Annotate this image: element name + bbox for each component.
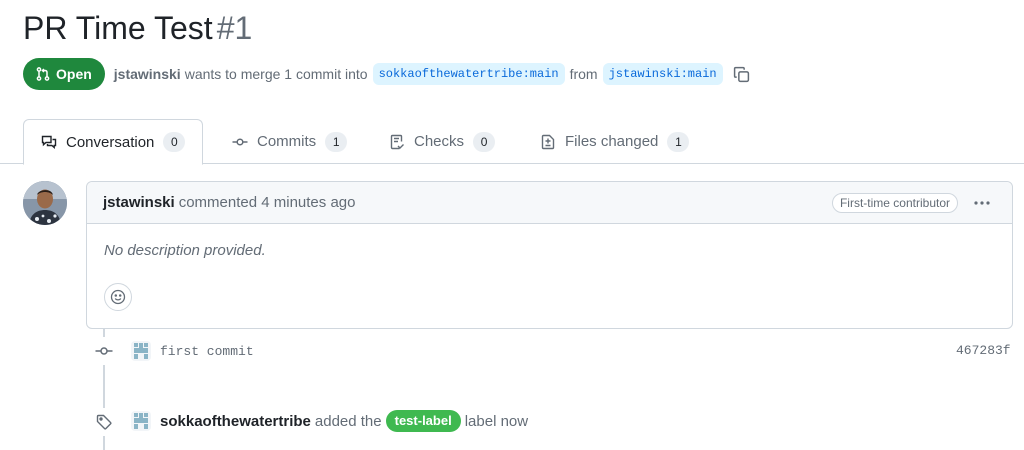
head-branch-link[interactable]: jstawinski:main — [602, 63, 723, 85]
comment-timestamp: commented 4 minutes ago — [178, 194, 356, 211]
comment-author-link[interactable]: jstawinski — [103, 194, 175, 211]
comment-discussion-icon — [41, 135, 57, 150]
base-branch-link[interactable]: sokkaofthewatertribe:main — [372, 63, 565, 85]
tab-conversation-label: Conversation — [66, 133, 155, 151]
label-action-text: added the — [314, 412, 382, 430]
git-commit-icon — [232, 137, 248, 146]
file-diff-icon — [541, 134, 555, 149]
identicon-avatar — [131, 411, 151, 431]
git-pull-request-icon — [36, 67, 50, 81]
pr-state-label: Open — [56, 66, 92, 82]
pr-title: PR Time Test #1 — [23, 8, 252, 48]
first-time-contributor-badge: First-time contributor — [831, 193, 958, 213]
identicon-avatar — [131, 341, 151, 361]
tab-files-changed-count: 1 — [667, 131, 690, 152]
tab-files-changed[interactable]: Files changed 1 — [540, 119, 690, 164]
label-event-row: sokkaofthewatertribe added the test-label… — [131, 410, 528, 432]
commit-sha-link[interactable]: 467283f — [956, 343, 1011, 358]
pr-tabs: Conversation 0 Commits 1 Checks 0 Files … — [0, 119, 1024, 165]
label-event-text: sokkaofthewatertribe added the — [160, 413, 382, 430]
checklist-icon — [390, 134, 404, 149]
tag-icon — [90, 408, 118, 436]
from-text: from — [569, 66, 598, 82]
label-suffix-text: label now — [464, 412, 529, 430]
tab-checks[interactable]: Checks 0 — [389, 119, 496, 164]
comment-box: jstawinski commented 4 minutes ago First… — [86, 181, 1013, 329]
copy-icon[interactable] — [732, 64, 752, 84]
pr-title-text: PR Time Test — [23, 10, 213, 46]
tab-checks-label: Checks — [414, 133, 465, 150]
commit-message-link[interactable]: first commit — [160, 344, 254, 359]
pr-state-badge: Open — [23, 58, 105, 90]
smiley-icon[interactable] — [104, 283, 132, 311]
test-label-badge[interactable]: test-label — [385, 410, 461, 432]
commit-row: first commit — [131, 341, 254, 361]
comment-body: No description provided. — [104, 242, 266, 259]
tab-conversation[interactable]: Conversation 0 — [23, 119, 204, 165]
avatar[interactable] — [23, 181, 67, 225]
pr-author-link[interactable]: jstawinski — [114, 66, 181, 82]
tab-conversation-count: 0 — [163, 132, 186, 152]
pr-meta: Open jstawinski wants to merge 1 commit … — [23, 58, 752, 90]
comment-header: jstawinski commented 4 minutes ago First… — [87, 182, 1012, 224]
tab-commits-label: Commits — [257, 133, 317, 150]
tab-commits-count: 1 — [325, 131, 348, 152]
git-commit-icon — [90, 337, 118, 365]
pr-merge-text: wants to merge 1 commit into — [184, 66, 368, 82]
kebab-horizontal-icon[interactable] — [970, 191, 994, 215]
tab-commits[interactable]: Commits 1 — [232, 119, 348, 164]
pr-number: #1 — [216, 10, 253, 46]
label-actor-link[interactable]: sokkaofthewatertribe — [160, 413, 311, 430]
tab-checks-count: 0 — [473, 131, 496, 152]
tab-files-changed-label: Files changed — [565, 133, 659, 150]
